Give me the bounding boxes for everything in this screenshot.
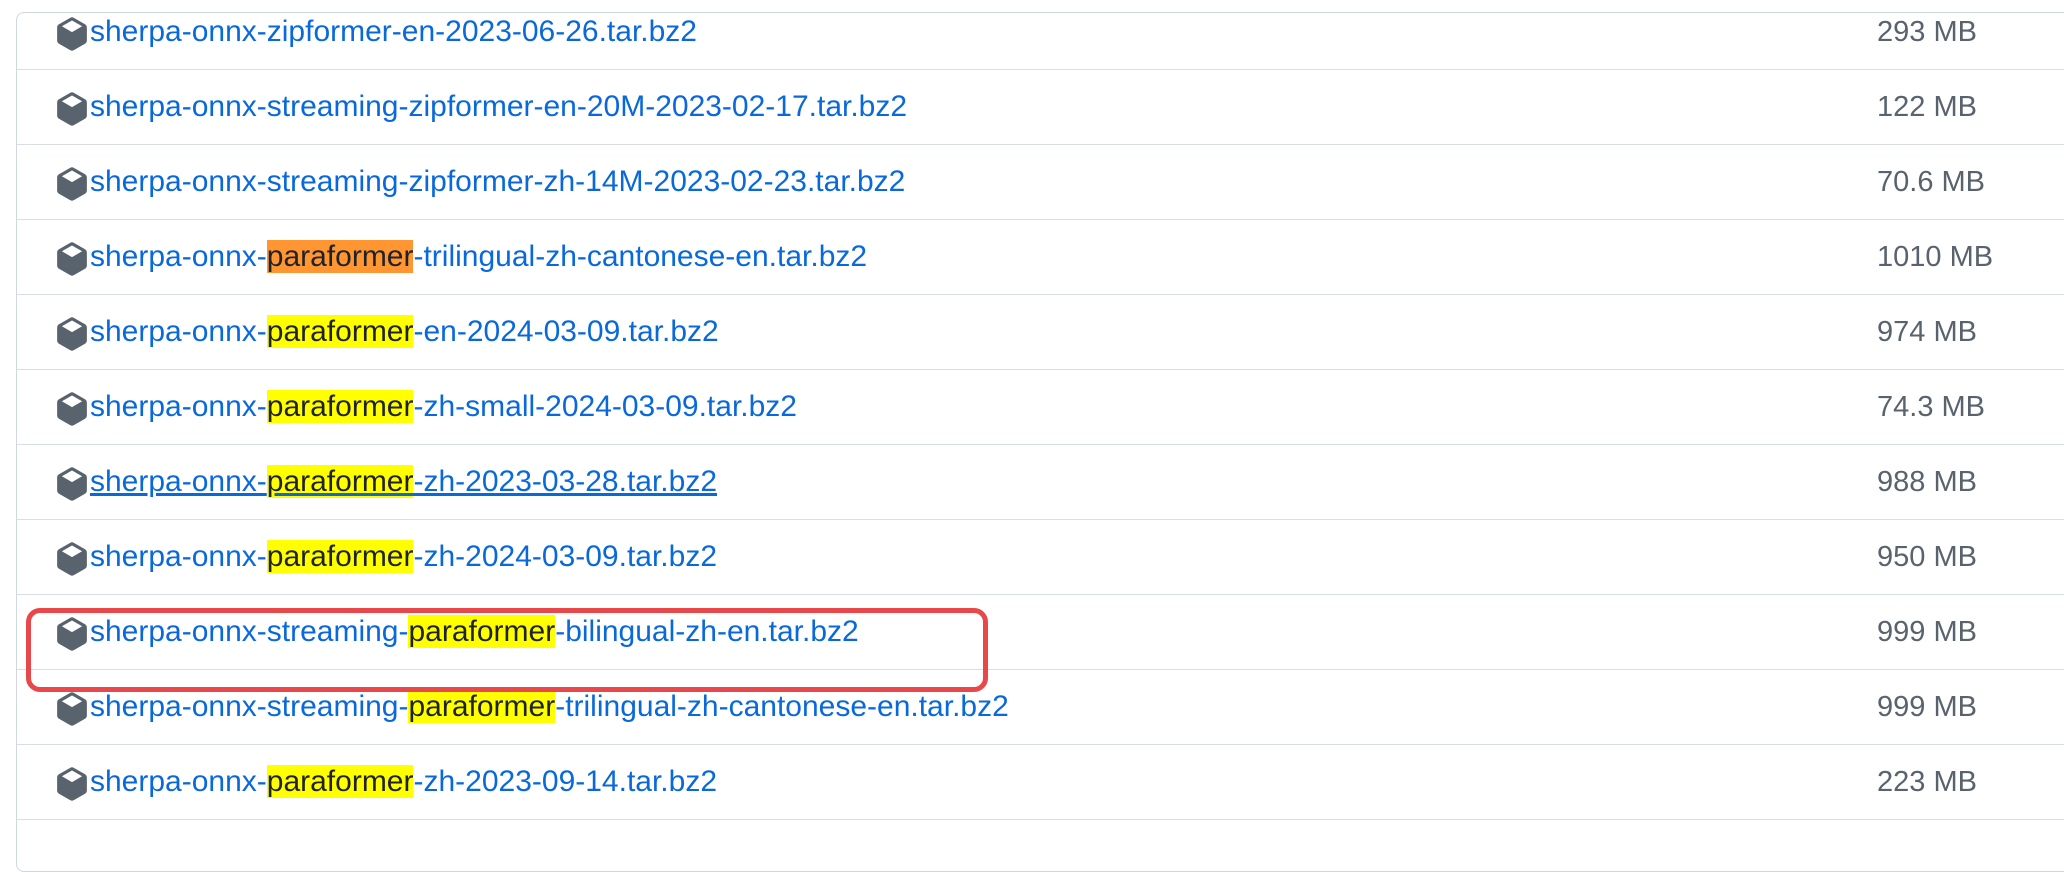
asset-size: 999 MB: [1877, 616, 1977, 648]
asset-size: 293 MB: [1877, 16, 1977, 48]
asset-link[interactable]: sherpa-onnx-paraformer-zh-2023-09-14.tar…: [90, 762, 717, 802]
asset-row: sherpa-onnx-paraformer-zh-2023-03-28.tar…: [17, 445, 2064, 520]
asset-row: sherpa-onnx-streaming-zipformer-zh-14M-2…: [17, 145, 2064, 220]
asset-link[interactable]: sherpa-onnx-streaming-paraformer-triling…: [90, 687, 1009, 727]
package-icon: [55, 467, 89, 501]
search-match: paraformer: [266, 765, 414, 798]
package-icon: [55, 17, 89, 51]
asset-row: sherpa-onnx-paraformer-zh-2023-09-14.tar…: [17, 745, 2064, 820]
asset-size: 974 MB: [1877, 316, 1977, 348]
asset-row: sherpa-onnx-zipformer-en-2023-06-26.tar.…: [17, 0, 2064, 70]
asset-size: 74.3 MB: [1877, 391, 1985, 423]
asset-link[interactable]: sherpa-onnx-streaming-paraformer-bilingu…: [90, 612, 859, 652]
asset-size: 122 MB: [1877, 91, 1977, 123]
asset-link[interactable]: sherpa-onnx-paraformer-trilingual-zh-can…: [90, 237, 867, 277]
asset-row: sherpa-onnx-paraformer-en-2024-03-09.tar…: [17, 295, 2064, 370]
asset-size: 70.6 MB: [1877, 166, 1985, 198]
asset-row: sherpa-onnx-streaming-paraformer-triling…: [17, 670, 2064, 745]
search-match-current: paraformer: [266, 240, 414, 273]
package-icon: [55, 692, 89, 726]
asset-link[interactable]: sherpa-onnx-paraformer-en-2024-03-09.tar…: [90, 312, 719, 352]
asset-link[interactable]: sherpa-onnx-streaming-zipformer-en-20M-2…: [90, 87, 907, 127]
asset-size: 988 MB: [1877, 466, 1977, 498]
search-match: paraformer: [408, 615, 556, 648]
search-match: paraformer: [266, 315, 414, 348]
package-icon: [55, 767, 89, 801]
asset-link[interactable]: sherpa-onnx-paraformer-zh-2023-03-28.tar…: [90, 462, 717, 502]
asset-size: 999 MB: [1877, 691, 1977, 723]
asset-link[interactable]: sherpa-onnx-zipformer-en-2023-06-26.tar.…: [90, 12, 697, 52]
asset-link[interactable]: sherpa-onnx-paraformer-zh-small-2024-03-…: [90, 387, 797, 427]
search-match: paraformer: [266, 465, 414, 498]
search-match: paraformer: [408, 690, 556, 723]
asset-size: 950 MB: [1877, 541, 1977, 573]
asset-size: 1010 MB: [1877, 241, 1994, 273]
package-icon: [55, 317, 89, 351]
release-assets-list: sherpa-onnx-zipformer-en-2023-06-26.tar.…: [16, 12, 2064, 872]
asset-row: sherpa-onnx-paraformer-zh-small-2024-03-…: [17, 370, 2064, 445]
search-match: paraformer: [266, 390, 414, 423]
package-icon: [55, 167, 89, 201]
package-icon: [55, 542, 89, 576]
asset-row: sherpa-onnx-paraformer-trilingual-zh-can…: [17, 220, 2064, 295]
package-icon: [55, 242, 89, 276]
package-icon: [55, 392, 89, 426]
asset-row: sherpa-onnx-streaming-zipformer-en-20M-2…: [17, 70, 2064, 145]
asset-link[interactable]: sherpa-onnx-streaming-zipformer-zh-14M-2…: [90, 162, 905, 202]
asset-size: 223 MB: [1877, 766, 1977, 798]
asset-row: sherpa-onnx-streaming-paraformer-bilingu…: [17, 595, 2064, 670]
search-match: paraformer: [266, 540, 414, 573]
package-icon: [55, 617, 89, 651]
asset-link[interactable]: sherpa-onnx-paraformer-zh-2024-03-09.tar…: [90, 537, 717, 577]
asset-row: sherpa-onnx-paraformer-zh-2024-03-09.tar…: [17, 520, 2064, 595]
package-icon: [55, 92, 89, 126]
